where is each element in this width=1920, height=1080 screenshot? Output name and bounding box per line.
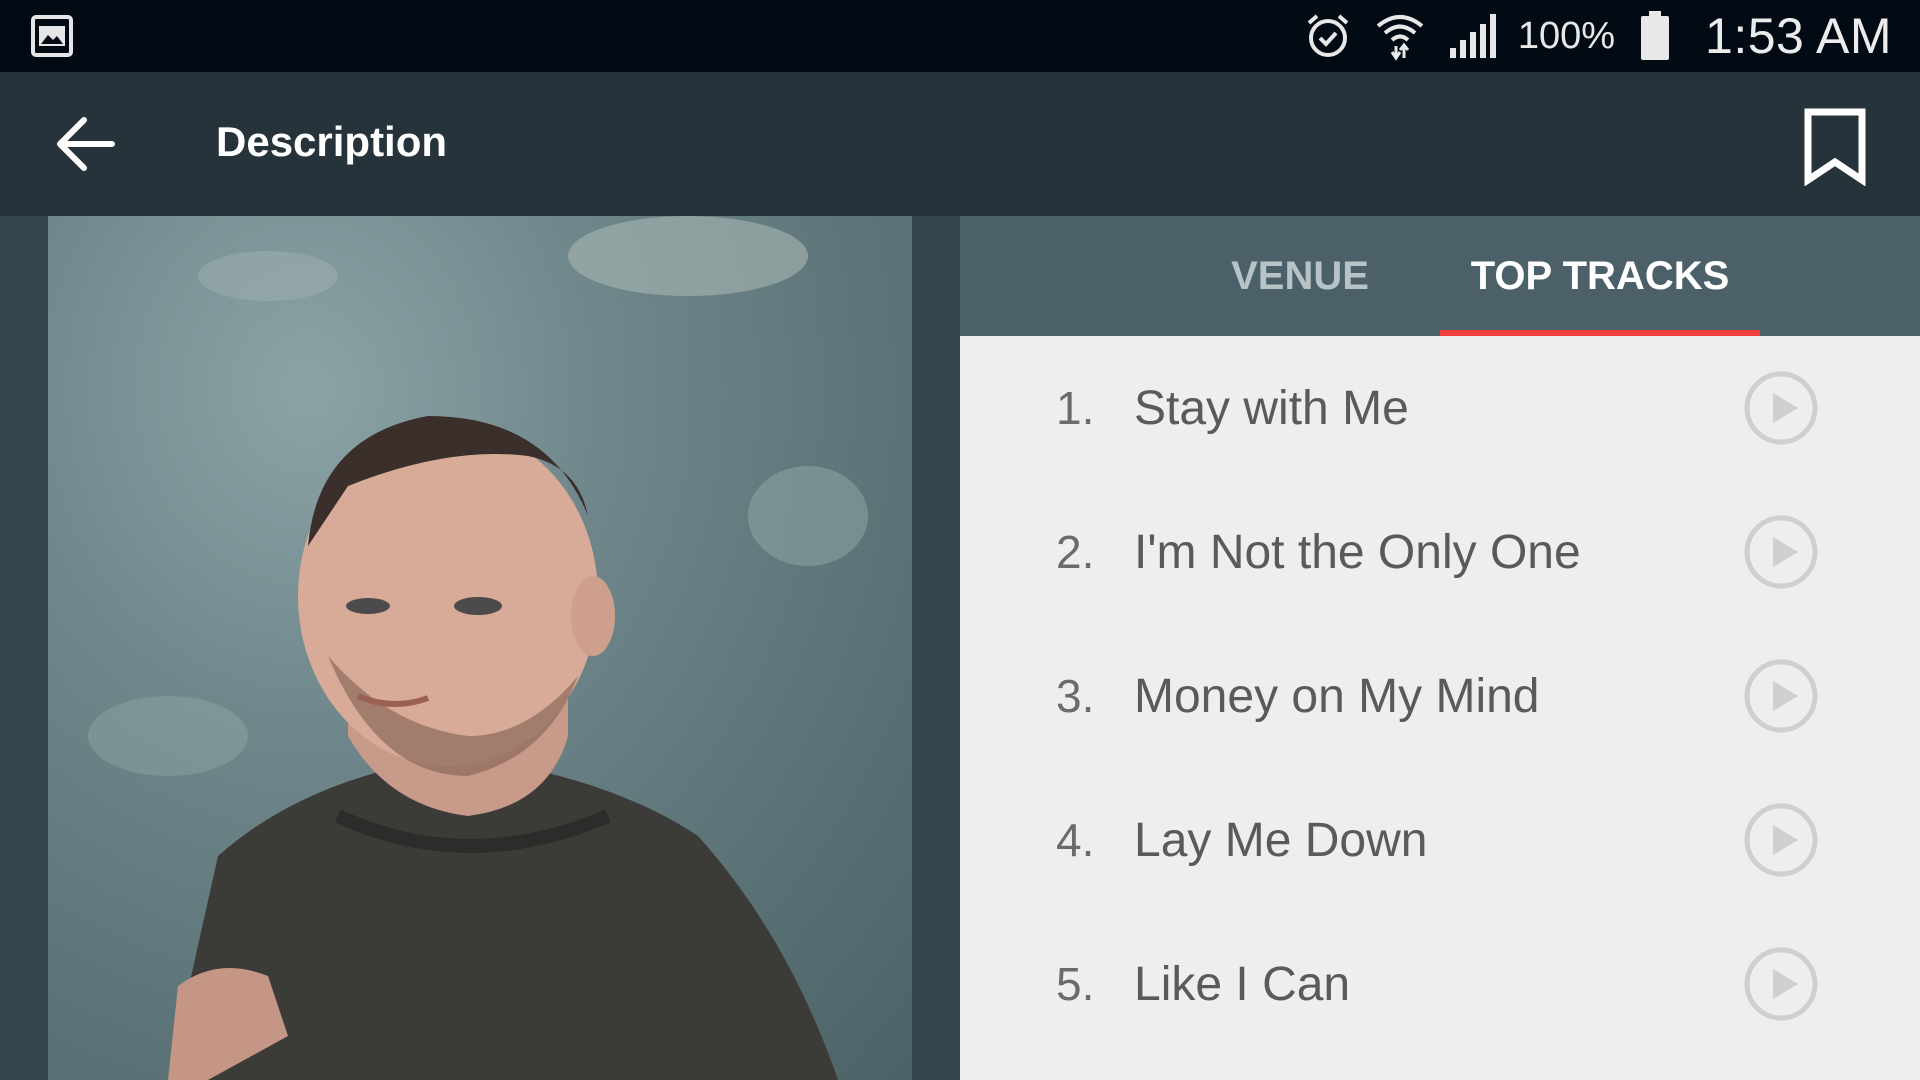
wifi-icon — [1374, 10, 1426, 62]
tab-top-tracks-label: TOP TRACKS — [1470, 253, 1730, 298]
track-list: 1. Stay with Me 2. I'm Not the Only One … — [960, 336, 1920, 1080]
track-number: 3. — [1056, 670, 1095, 722]
tab-top-tracks[interactable]: TOP TRACKS — [1440, 216, 1760, 336]
alarm-icon — [1302, 10, 1354, 62]
play-icon[interactable] — [1742, 801, 1820, 879]
tab-venue[interactable]: VENUE — [1180, 216, 1420, 336]
battery-percentage: 100% — [1517, 14, 1616, 57]
track-number: 2. — [1056, 526, 1095, 578]
track-item[interactable]: 2. I'm Not the Only One — [960, 480, 1920, 624]
app-bar: Description — [0, 72, 1920, 216]
artist-photo-panel — [0, 216, 960, 1080]
play-icon[interactable] — [1742, 513, 1820, 591]
tab-bar: VENUE TOP TRACKS — [960, 216, 1920, 336]
status-icons: 100% 1:53 AM — [1302, 0, 1892, 72]
track-title: Stay with Me — [1134, 381, 1409, 435]
track-title: Like I Can — [1134, 957, 1351, 1011]
track-item[interactable]: 1. Stay with Me — [960, 336, 1920, 480]
bookmark-icon[interactable] — [1802, 106, 1868, 186]
track-title: I'm Not the Only One — [1134, 525, 1581, 579]
status-bar: 100% 1:53 AM — [0, 0, 1920, 72]
page-title: Description — [216, 118, 448, 165]
clock: 1:53 AM — [1705, 8, 1892, 64]
track-number: 5. — [1056, 958, 1095, 1010]
track-item[interactable]: 3. Money on My Mind — [960, 624, 1920, 768]
play-icon[interactable] — [1742, 657, 1820, 735]
play-icon[interactable] — [1742, 945, 1820, 1023]
track-item[interactable]: 5. Like I Can — [960, 912, 1920, 1056]
track-number: 1. — [1056, 382, 1095, 434]
artist-photo — [48, 216, 912, 1080]
signal-icon — [1446, 10, 1498, 62]
play-icon[interactable] — [1742, 369, 1820, 447]
track-title: Lay Me Down — [1134, 813, 1428, 867]
track-item[interactable]: 4. Lay Me Down — [960, 768, 1920, 912]
gallery-icon — [31, 15, 73, 57]
battery-icon — [1629, 10, 1681, 62]
track-number: 4. — [1056, 814, 1095, 866]
track-title: Money on My Mind — [1134, 669, 1540, 723]
back-arrow-icon[interactable] — [50, 112, 120, 176]
